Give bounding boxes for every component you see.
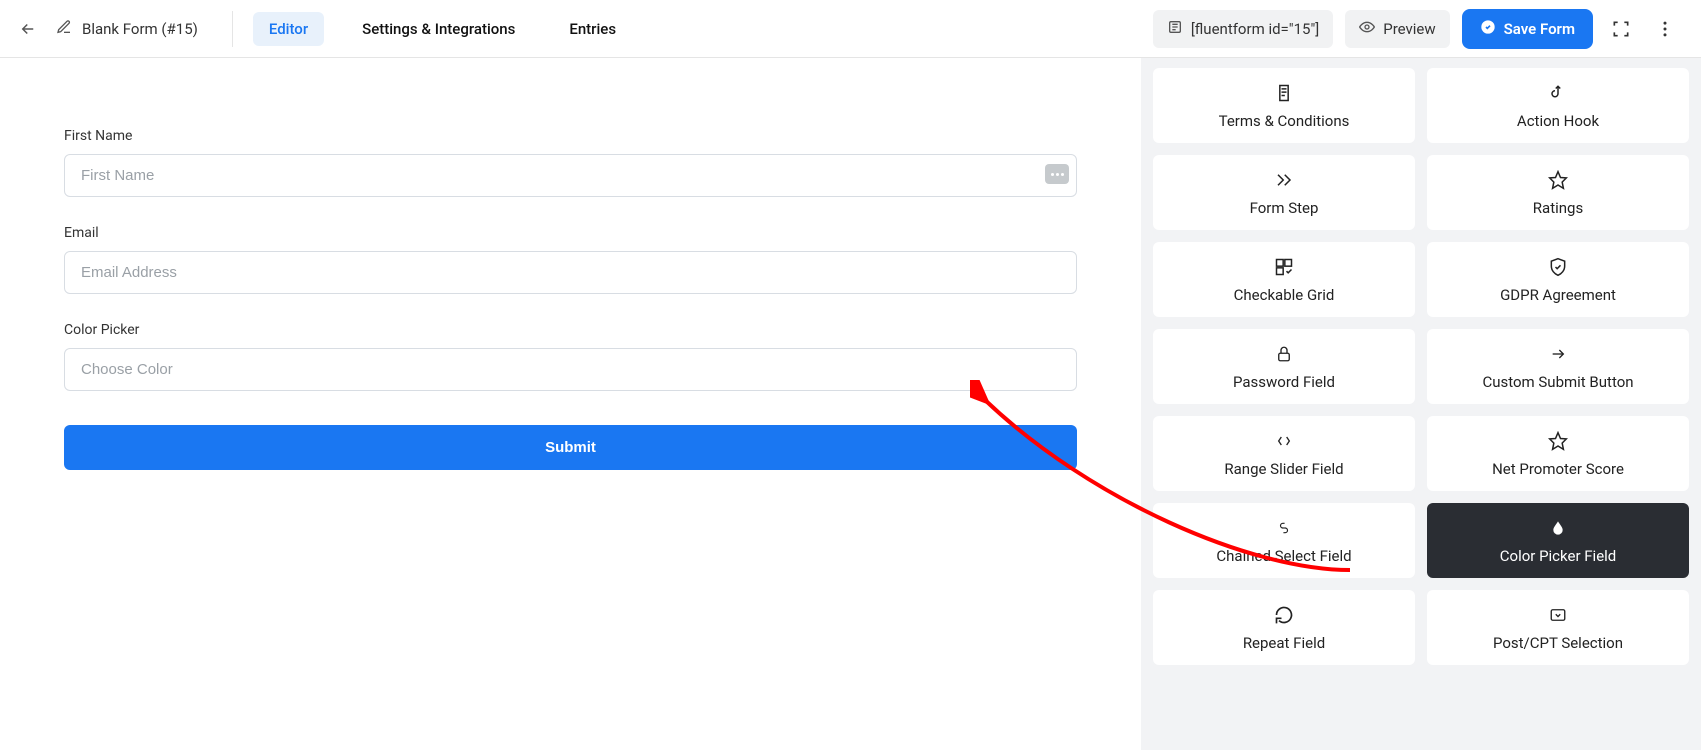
field-card-label: Ratings	[1533, 199, 1583, 217]
field-card-label: Password Field	[1233, 373, 1335, 391]
field-label: First Name	[64, 128, 1077, 144]
form-field-first-name[interactable]: First Name	[64, 128, 1077, 197]
submit-button[interactable]: Submit	[64, 425, 1077, 470]
tab-editor[interactable]: Editor	[253, 12, 324, 46]
field-card-checkable-grid[interactable]: Checkable Grid	[1153, 242, 1415, 317]
repeat-icon	[1273, 604, 1295, 626]
hook-icon	[1547, 82, 1569, 104]
field-card-label: Range Slider Field	[1224, 460, 1343, 478]
shortcode-text: [fluentform id="15"]	[1191, 20, 1319, 38]
field-card-form-step[interactable]: Form Step	[1153, 155, 1415, 230]
star-icon	[1547, 169, 1569, 191]
tab-entries[interactable]: Entries	[553, 12, 632, 46]
save-form-button[interactable]: Save Form	[1462, 9, 1593, 49]
star-icon	[1547, 430, 1569, 452]
field-card-terms-conditions[interactable]: Terms & Conditions	[1153, 68, 1415, 143]
field-card-ratings[interactable]: Ratings	[1427, 155, 1689, 230]
shortcode-chip[interactable]: [fluentform id="15"]	[1153, 10, 1333, 48]
field-card-label: Form Step	[1250, 199, 1319, 217]
preview-button[interactable]: Preview	[1345, 10, 1449, 48]
select-box-icon	[1547, 604, 1569, 626]
field-card-label: Repeat Field	[1243, 634, 1325, 652]
form-canvas: First Name Email Color Picker Submit	[0, 58, 1141, 750]
field-card-chained-select[interactable]: Chained Select Field	[1153, 503, 1415, 578]
field-card-net-promoter-score[interactable]: Net Promoter Score	[1427, 416, 1689, 491]
more-menu-button[interactable]	[1649, 13, 1681, 45]
header-actions: [fluentform id="15"] Preview Save Form	[1153, 9, 1681, 49]
fields-panel: Terms & Conditions Action Hook Form Step Ra…	[1141, 58, 1701, 750]
first-name-input[interactable]	[64, 154, 1077, 197]
field-card-action-hook[interactable]: Action Hook	[1427, 68, 1689, 143]
scroll-icon	[1273, 82, 1295, 104]
eye-icon	[1359, 19, 1375, 39]
skip-icon	[1273, 169, 1295, 191]
field-card-label: Chained Select Field	[1216, 547, 1351, 565]
chain-icon	[1273, 517, 1295, 539]
header-tabs: Editor Settings & Integrations Entries	[253, 12, 632, 46]
field-card-range-slider[interactable]: Range Slider Field	[1153, 416, 1415, 491]
field-card-label: Post/CPT Selection	[1493, 634, 1623, 652]
drop-icon	[1547, 517, 1569, 539]
field-card-password-field[interactable]: Password Field	[1153, 329, 1415, 404]
app-header: Blank Form (#15) Editor Settings & Integ…	[0, 0, 1701, 58]
field-card-label: Checkable Grid	[1234, 286, 1335, 304]
field-card-label: Action Hook	[1517, 112, 1599, 130]
tab-settings[interactable]: Settings & Integrations	[346, 12, 531, 46]
field-options-button[interactable]	[1045, 164, 1069, 184]
check-circle-icon	[1480, 19, 1496, 39]
fullscreen-button[interactable]	[1605, 13, 1637, 45]
back-button[interactable]	[16, 17, 40, 41]
preview-label: Preview	[1383, 20, 1435, 38]
field-card-label: Terms & Conditions	[1219, 112, 1350, 130]
field-card-custom-submit-button[interactable]: Custom Submit Button	[1427, 329, 1689, 404]
edit-title-icon[interactable]	[56, 19, 72, 39]
color-picker-input[interactable]	[64, 348, 1077, 391]
form-field-color-picker[interactable]: Color Picker	[64, 322, 1077, 391]
form-field-email[interactable]: Email	[64, 225, 1077, 294]
field-card-repeat-field[interactable]: Repeat Field	[1153, 590, 1415, 665]
field-card-label: Custom Submit Button	[1482, 373, 1633, 391]
slider-icon	[1273, 430, 1295, 452]
lock-icon	[1273, 343, 1295, 365]
field-card-gdpr-agreement[interactable]: GDPR Agreement	[1427, 242, 1689, 317]
field-card-label: Color Picker Field	[1500, 547, 1617, 565]
field-label: Email	[64, 225, 1077, 241]
form-title[interactable]: Blank Form (#15)	[82, 20, 198, 38]
shortcode-icon	[1167, 19, 1183, 39]
field-card-color-picker[interactable]: Color Picker Field	[1427, 503, 1689, 578]
field-card-label: Net Promoter Score	[1492, 460, 1624, 478]
grid-check-icon	[1273, 256, 1295, 278]
shield-icon	[1547, 256, 1569, 278]
field-card-post-cpt-selection[interactable]: Post/CPT Selection	[1427, 590, 1689, 665]
arrow-right-icon	[1547, 343, 1569, 365]
field-label: Color Picker	[64, 322, 1077, 338]
field-card-label: GDPR Agreement	[1500, 286, 1616, 304]
form-title-wrap: Blank Form (#15)	[56, 19, 216, 39]
save-label: Save Form	[1504, 20, 1575, 38]
divider	[232, 11, 233, 47]
email-input[interactable]	[64, 251, 1077, 294]
